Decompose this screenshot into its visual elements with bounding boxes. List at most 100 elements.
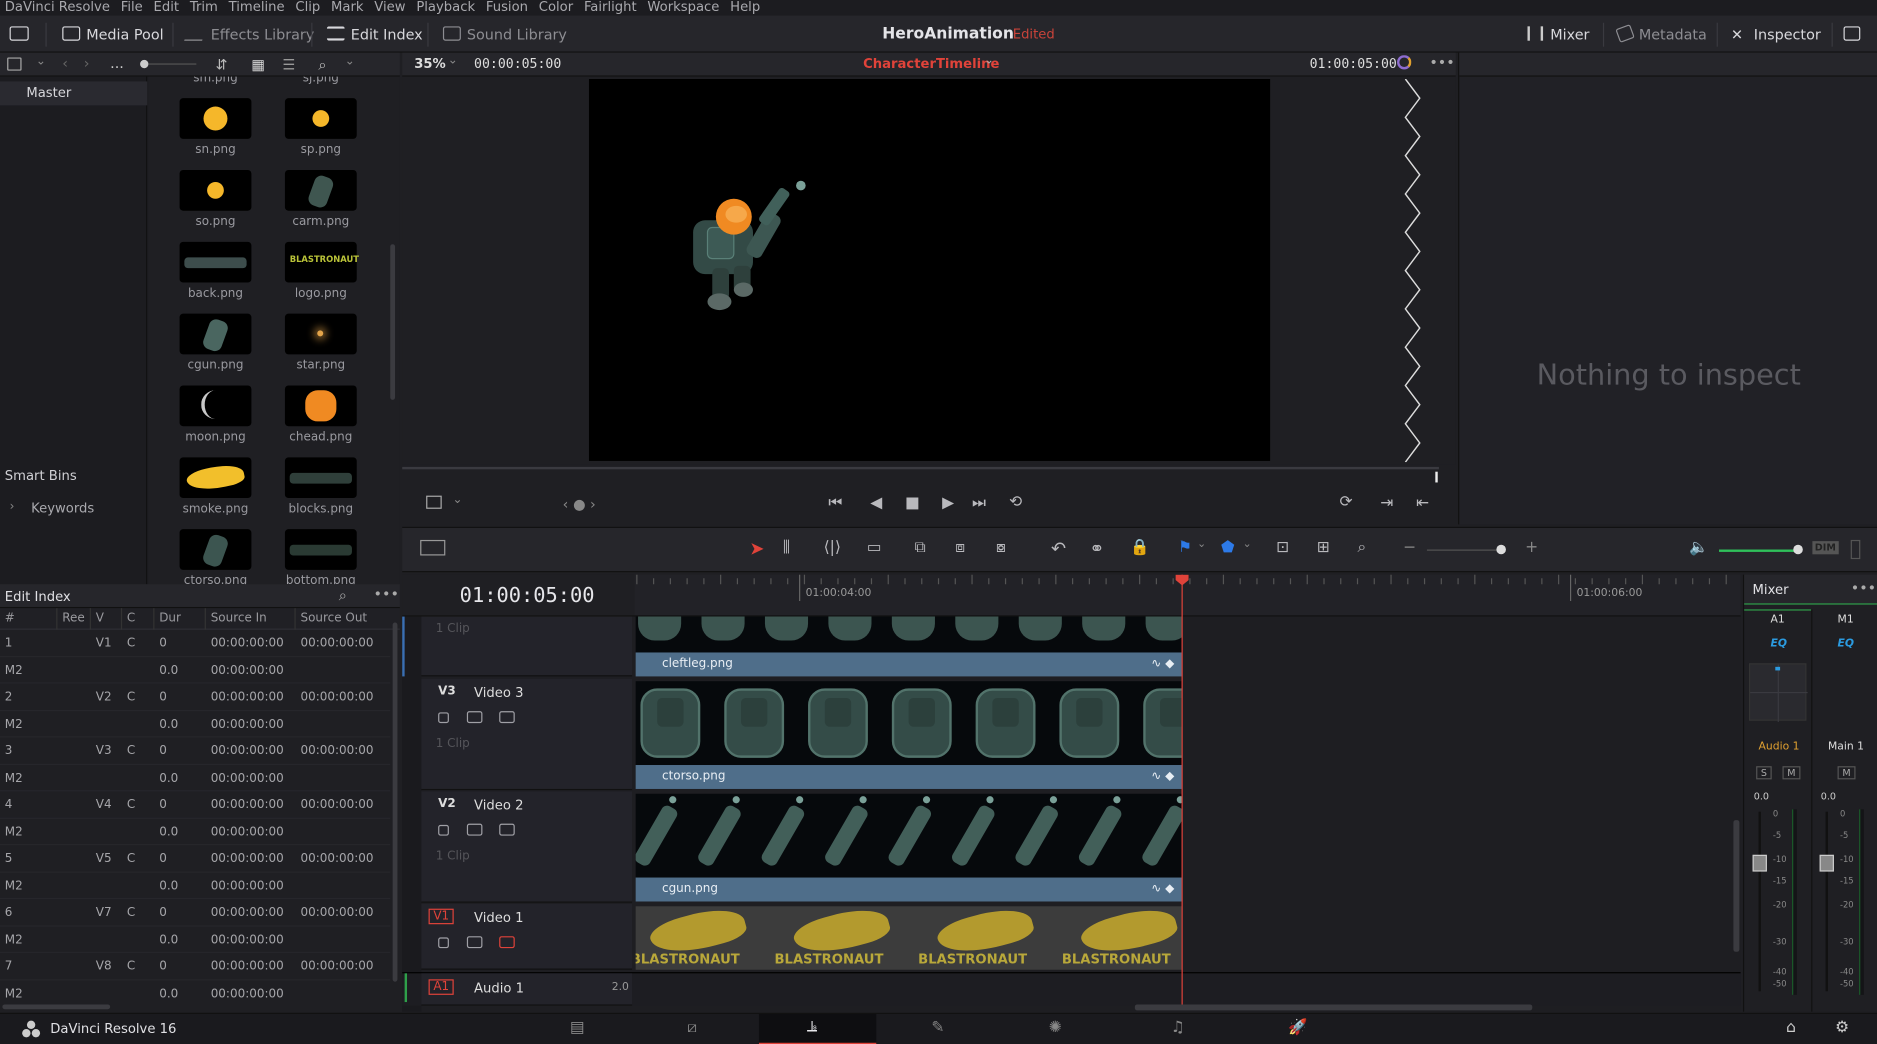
forward-icon[interactable]: › [84,55,90,72]
track-header-a1[interactable]: A1 Audio 1 2.0 [421,973,633,1006]
options-icon[interactable]: ••• [1851,579,1876,596]
menu-item-davinci-resolve[interactable]: DaVinci Resolve [5,0,110,14]
menu-item-playback[interactable]: Playback [416,0,475,14]
zoom-in-icon[interactable]: + [1525,539,1538,557]
viewer-canvas[interactable] [588,79,1271,461]
inspector-button[interactable]: ✕ Inspector [1731,23,1821,47]
lock-icon[interactable] [438,937,449,949]
menu-item-fusion[interactable]: Fusion [486,0,528,14]
menu-item-workspace[interactable]: Workspace [647,0,719,14]
track-header-v3[interactable]: V3 Video 3 1 Clip [421,678,633,791]
media-page-icon[interactable]: ▤ [570,1019,585,1037]
menu-item-color[interactable]: Color [539,0,573,14]
media-thumbnail[interactable] [179,313,252,355]
media-thumbnail[interactable] [179,241,252,283]
sidebar-toggle-icon[interactable] [7,57,22,71]
effects-library-button[interactable]: Effects Library [184,23,314,47]
timeline-playhead[interactable] [1181,574,1183,1006]
lock-icon[interactable]: 🔒 [1130,539,1149,557]
more-icon[interactable]: ... [110,55,124,72]
fader-a1[interactable] [1752,854,1767,872]
menu-item-mark[interactable]: Mark [331,0,363,14]
crop-icon[interactable] [426,495,442,509]
media-thumbnail[interactable] [179,170,252,211]
timeline-view-icon[interactable] [420,539,446,556]
media-thumbnail[interactable] [179,529,252,570]
chevron-down-icon[interactable]: ⌄ [1197,539,1206,551]
table-row[interactable]: 2 V2 C 0 00:00:00:00 00:00:00:00 [0,684,391,711]
chevron-down-icon[interactable]: ⌄ [453,493,463,506]
table-row[interactable]: M2 0.0 00:00:00:00 [0,657,391,684]
go-to-end-icon[interactable]: ⏭ [972,494,986,512]
media-thumbnail[interactable] [179,385,252,427]
settings-gear-icon[interactable]: ⚙ [1835,1019,1849,1037]
media-thumbnail[interactable]: BLASTRONAUT [284,241,359,283]
scrubber-bar[interactable] [402,466,1439,470]
grid-view-icon[interactable]: ▦ [251,56,265,73]
track-header-v1[interactable]: V1 Video 1 [421,903,633,970]
table-row[interactable]: M2 0.0 00:00:00:00 [0,980,390,1001]
loop-icon[interactable]: ⟲ [1009,493,1022,511]
track-disabled-icon[interactable] [499,936,515,949]
jog-control[interactable]: ‹ ● › [563,496,596,513]
media-thumbnail[interactable] [284,529,357,570]
table-row[interactable]: M2 0.0 00:00:00:00 [0,818,391,846]
home-icon[interactable]: ⌂ [1786,1019,1796,1037]
play-icon[interactable]: ▶ [942,494,954,512]
stop-icon[interactable]: ■ [905,494,920,512]
clip-cleftleg[interactable]: cleftleg.png ∿ ◆ [635,652,1182,677]
zoom-out-icon[interactable]: − [1403,539,1416,557]
media-thumbnail[interactable] [284,385,357,427]
insert-clip-icon[interactable]: ⧉ [915,539,926,557]
workspace-icon[interactable] [9,23,34,47]
menu-item-clip[interactable]: Clip [295,0,320,14]
fader-m1[interactable] [1819,854,1834,872]
match-frame-icon[interactable]: ⟳ [1340,493,1353,511]
chevron-down-icon[interactable]: ⌄ [1243,539,1252,551]
table-row[interactable]: M2 0.0 00:00:00:00 [0,764,391,792]
chevron-down-icon[interactable]: ⌄ [345,55,355,68]
track-enable-icon[interactable] [499,823,515,836]
menu-item-file[interactable]: File [121,0,143,14]
panner-a1[interactable] [1748,663,1808,722]
timeline-vscroll[interactable] [1733,820,1740,952]
column-header[interactable]: Source In [211,612,267,625]
marker-icon[interactable]: ⬟ [1221,539,1235,557]
table-row[interactable]: 6 V7 C 0 00:00:00:00 00:00:00:00 [0,899,391,927]
scrubber-playhead[interactable] [1435,471,1438,483]
fairlight-page-icon[interactable]: ♫ [1171,1019,1185,1037]
list-view-icon[interactable]: ☰ [283,56,296,73]
selection-tool-icon[interactable]: ➤ [749,538,764,560]
track-header-v2[interactable]: V2 Video 2 1 Clip [421,791,633,903]
edit-index-hscroll[interactable] [2,1004,111,1010]
sort-icon[interactable]: ⇵ [215,56,227,73]
blade-tool-icon[interactable]: ▭ [867,539,882,557]
chevron-down-icon[interactable]: ⌄ [984,54,994,67]
metadata-button[interactable]: Metadata [1615,23,1707,47]
table-row[interactable]: 3 V3 C 0 00:00:00:00 00:00:00:00 [0,737,391,765]
sound-library-button[interactable]: Sound Library [442,23,567,47]
column-header[interactable]: V [96,612,104,625]
go-to-start-icon[interactable]: ⏮ [828,494,842,512]
table-row[interactable]: M2 0.0 00:00:00:00 [0,926,391,953]
bin-master[interactable]: Master [26,85,71,101]
mute-button-main[interactable]: M [1837,766,1856,780]
volume-knob[interactable] [1793,544,1803,555]
table-row[interactable]: 7 V8 C 0 00:00:00:00 00:00:00:00 [0,953,391,980]
dynamic-trim-icon[interactable]: ⟨|⟩ [824,539,841,557]
zoom-detail-icon[interactable]: ⊞ [1317,539,1330,557]
media-thumbnail[interactable] [179,457,252,499]
search-icon[interactable]: ⌕ [318,56,326,74]
media-thumbnail[interactable] [284,457,357,499]
clip-filmstrip-ctorso[interactable] [635,681,1182,766]
eq-m1[interactable]: EQ [1838,638,1855,650]
collapse-icon[interactable] [1843,23,1863,47]
auto-select-icon[interactable] [466,711,483,724]
column-header[interactable]: # [5,612,15,625]
eq-a1[interactable]: EQ [1771,638,1788,650]
menu-item-trim[interactable]: Trim [190,0,218,14]
menu-item-fairlight[interactable]: Fairlight [584,0,637,14]
edit-page-tab[interactable]: ⫡ [758,1014,877,1044]
track-enable-icon[interactable] [499,711,515,724]
replace-clip-icon[interactable]: ⧇ [996,539,1006,557]
